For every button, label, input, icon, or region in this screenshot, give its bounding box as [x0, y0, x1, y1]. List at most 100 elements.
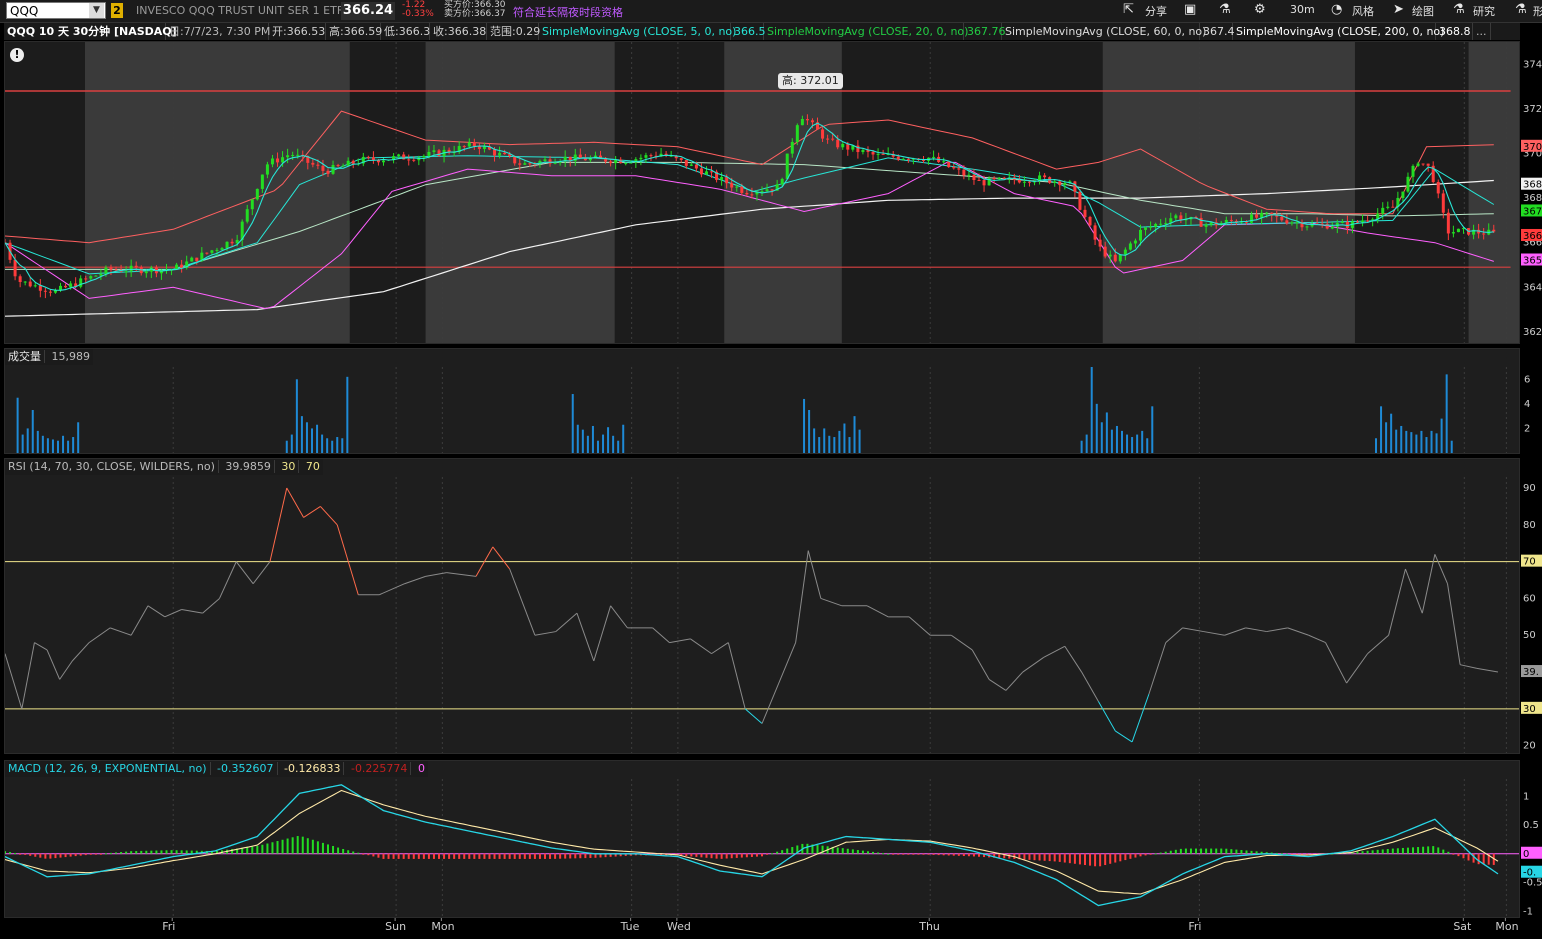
gear-icon[interactable]: ⚙ [1254, 2, 1266, 17]
price-candle [28, 281, 32, 287]
rsi-chart[interactable] [5, 477, 1519, 753]
rsi-line-segment [235, 561, 254, 585]
macd-histogram-bar [286, 838, 289, 854]
price-candle [371, 157, 375, 161]
volume-pane[interactable]: 成交量 15,989 [4, 348, 1520, 454]
price-axis[interactable]: 374 372 370 368 366 364 362 370 368 367 366 365 [1520, 41, 1542, 344]
macd-histogram-bar [1432, 846, 1435, 854]
macd-axis[interactable]: 10.50-0.5-10-0. [1520, 760, 1542, 918]
time-axis[interactable]: Fri Sun Mon Tue Wed Thu Fri Sat Mon [4, 918, 1520, 936]
link-group-badge[interactable]: 2 [111, 3, 123, 18]
price-candle [281, 157, 285, 163]
rsi-line-segment [1325, 642, 1348, 684]
macd-histogram-bar [1467, 853, 1470, 861]
macd-histogram-bar [488, 853, 491, 859]
sma5-value: 366.5 [731, 23, 766, 40]
price-candle [1421, 163, 1425, 165]
macd-title[interactable]: MACD (12, 26, 9, EXPONENTIAL, no) [5, 762, 211, 775]
rsi-line-segment [652, 627, 670, 643]
volume-bar [1415, 434, 1418, 453]
style-button[interactable]: 风格 [1352, 3, 1374, 19]
rsi-line-segment [320, 506, 338, 526]
sma200-label[interactable]: SimpleMovingAvg (CLOSE, 200, 0, no) [1233, 23, 1444, 40]
macd-chart[interactable] [5, 779, 1519, 917]
timeframe-button[interactable]: 30m [1290, 3, 1315, 16]
macd-histogram-bar [564, 853, 567, 859]
layout-icon[interactable]: ▣ [1184, 2, 1196, 17]
macd-histogram-bar [120, 852, 123, 854]
sma60-label[interactable]: SimpleMovingAvg (CLOSE, 60, 0, no) [1002, 23, 1206, 40]
macd-pane[interactable]: MACD (12, 26, 9, EXPONENTIAL, no) -0.352… [4, 760, 1520, 918]
sma5-label[interactable]: SimpleMovingAvg (CLOSE, 5, 0, no) [539, 23, 736, 40]
rsi-axis[interactable]: 9080706050403020703039. [1520, 458, 1542, 754]
price-candle [1088, 216, 1092, 226]
macd-histogram-bar [367, 853, 370, 856]
price-chart[interactable] [5, 42, 1519, 343]
time-tick-label: Tue [620, 920, 640, 933]
price-candle [296, 154, 300, 156]
rsi-line-segment [46, 649, 61, 680]
style-icon[interactable]: ◔ [1331, 2, 1342, 17]
macd-histogram-bar [543, 853, 546, 859]
share-icon[interactable]: ⇱ [1123, 2, 1134, 17]
time-tick-label: Thu [918, 920, 940, 933]
price-candle [286, 155, 290, 158]
macd-histogram-bar [347, 850, 350, 854]
macd-histogram-bar [766, 853, 769, 855]
rsi-line-segment [610, 605, 628, 629]
volume-bar [1445, 374, 1448, 453]
rsi-title[interactable]: RSI (14, 70, 30, CLOSE, WILDERS, no) [5, 460, 219, 473]
volume-title[interactable]: 成交量 [5, 350, 45, 363]
macd-histogram-bar [256, 845, 259, 854]
macd-histogram-bar [1104, 853, 1107, 866]
volume-bar [1420, 430, 1423, 453]
macd-histogram-bar [261, 844, 264, 854]
price-pane[interactable]: ! 高: 372.01 [4, 41, 1520, 344]
price-candle [245, 209, 249, 222]
more-studies-button[interactable]: ... [1473, 23, 1491, 40]
macd-histogram-bar [508, 853, 511, 859]
cursor-icon[interactable]: ➤ [1393, 2, 1404, 17]
rsi-oversold-level: 30 [278, 460, 300, 473]
flask-icon[interactable]: ⚗ [1219, 2, 1231, 17]
rsi-line-segment [711, 642, 729, 655]
rsi-tick-label: 80 [1523, 520, 1536, 531]
extended-hours-note[interactable]: 符合延长隔夜时段资格 [513, 4, 623, 20]
price-candle [1128, 243, 1132, 250]
macd-histogram-bar [493, 853, 496, 859]
studies-button[interactable]: 研究 [1473, 3, 1495, 19]
price-candle [291, 155, 295, 157]
drawings-button[interactable]: 绘图 [1412, 3, 1434, 19]
rsi-line-segment [336, 524, 359, 595]
sma20-label[interactable]: SimpleMovingAvg (CLOSE, 20, 0, no) [764, 23, 968, 40]
price-candle [1139, 229, 1142, 241]
price-candle [1250, 214, 1254, 223]
bar-range: 范围:0.29 [487, 23, 540, 40]
alert-icon[interactable]: ! [10, 48, 24, 62]
macd-avg: -0.126833 [281, 762, 345, 775]
macd-histogram-bar [861, 850, 864, 854]
rsi-line-segment [950, 634, 973, 651]
studies-icon[interactable]: ⚗ [1453, 2, 1465, 17]
macd-histogram-bar [44, 853, 47, 859]
price-candle [967, 174, 971, 176]
macd-histogram-bar [745, 853, 748, 858]
macd-histogram-bar [422, 853, 425, 859]
rsi-pane[interactable]: RSI (14, 70, 30, CLOSE, WILDERS, no) 39.… [4, 458, 1520, 754]
patterns-icon[interactable]: ⚗ [1515, 2, 1527, 17]
volume-axis[interactable]: 6 4 2 [1520, 348, 1542, 454]
sma200-value: 368.8 [1436, 23, 1473, 40]
chevron-down-icon[interactable]: ▼ [89, 3, 104, 18]
rsi-line-segment [1367, 634, 1389, 655]
macd-histogram-bar [54, 853, 57, 859]
volume-bar [16, 397, 19, 453]
macd-histogram-bar [291, 837, 294, 854]
macd-histogram-bar [332, 845, 335, 854]
volume-chart[interactable] [5, 367, 1519, 453]
macd-histogram-bar [1215, 848, 1218, 854]
share-button[interactable]: 分享 [1145, 3, 1167, 19]
price-tick-label: 368 [1523, 193, 1542, 204]
macd-histogram-bar [887, 853, 890, 855]
macd-histogram-bar [19, 853, 22, 855]
overflow-button[interactable]: 形 [1533, 3, 1542, 19]
